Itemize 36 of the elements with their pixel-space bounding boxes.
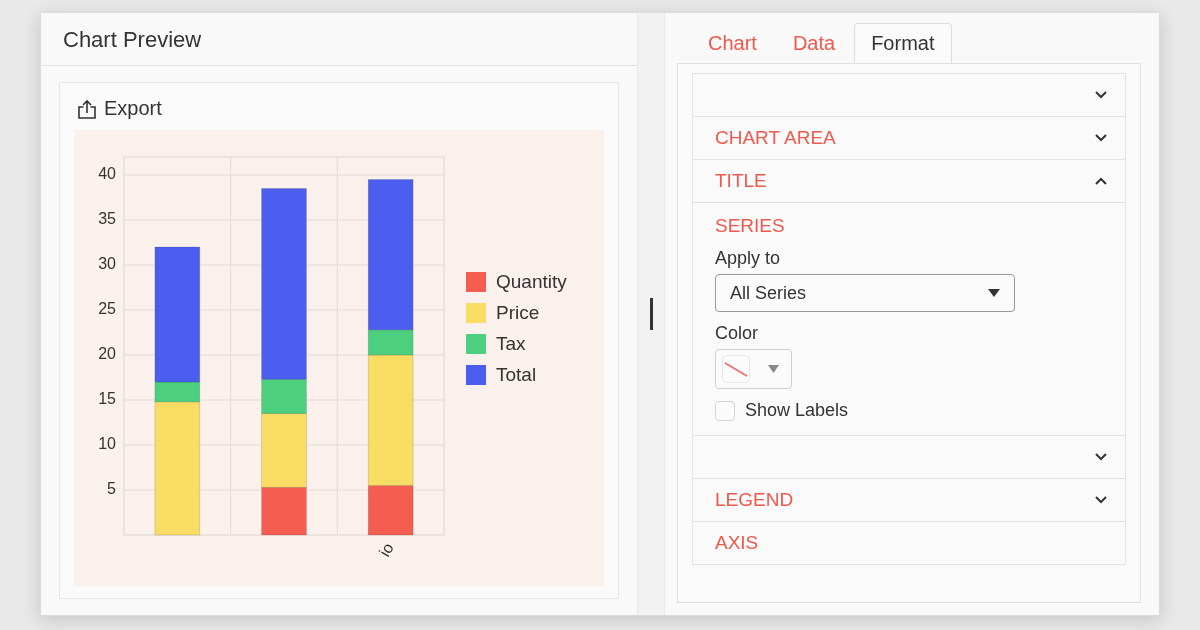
checkbox-label: Show Labels bbox=[745, 400, 849, 421]
apply-to-select[interactable]: All Series bbox=[715, 274, 1015, 312]
y-axis-label: 15 bbox=[98, 390, 116, 408]
accordion-header[interactable]: TITLE bbox=[692, 159, 1126, 203]
upload-icon bbox=[78, 98, 96, 119]
legend-label: Price bbox=[496, 301, 540, 324]
caret-icon bbox=[988, 289, 1000, 297]
y-axis-label: 20 bbox=[98, 345, 116, 363]
tab[interactable]: Data bbox=[775, 23, 853, 64]
y-axis-label: 30 bbox=[98, 255, 116, 273]
y-axis-label: 25 bbox=[98, 300, 116, 318]
legend-label: Total bbox=[496, 363, 537, 386]
tab[interactable]: Chart bbox=[691, 23, 774, 64]
caret-icon bbox=[768, 365, 779, 373]
color-picker[interactable] bbox=[715, 349, 792, 389]
field-label: Apply to bbox=[715, 248, 781, 269]
y-axis-label: 10 bbox=[98, 435, 116, 453]
y-axis-label: 35 bbox=[98, 210, 116, 228]
section-title: SERIES bbox=[715, 215, 785, 237]
x-axis-label: io bbox=[375, 540, 397, 560]
splitter-handle[interactable] bbox=[649, 298, 653, 330]
y-axis-label: 40 bbox=[98, 165, 116, 183]
accordion-header[interactable] bbox=[692, 435, 1126, 479]
tab[interactable]: Format bbox=[854, 23, 952, 64]
legend-label: Quantity bbox=[496, 270, 567, 293]
y-axis-label: 5 bbox=[107, 480, 116, 498]
accordion-header[interactable]: CHART AREA bbox=[692, 116, 1126, 160]
panel-title: Chart Preview bbox=[63, 27, 202, 52]
accordion-header[interactable] bbox=[692, 73, 1126, 117]
legend-label: Tax bbox=[496, 332, 526, 355]
field-label: Color bbox=[715, 323, 758, 344]
accordion-header[interactable]: AXIS bbox=[692, 521, 1126, 565]
accordion-header[interactable]: LEGEND bbox=[692, 478, 1126, 522]
checkbox[interactable] bbox=[715, 400, 735, 421]
export-button[interactable]: Export bbox=[74, 95, 166, 122]
no-color-swatch-icon bbox=[722, 355, 750, 383]
